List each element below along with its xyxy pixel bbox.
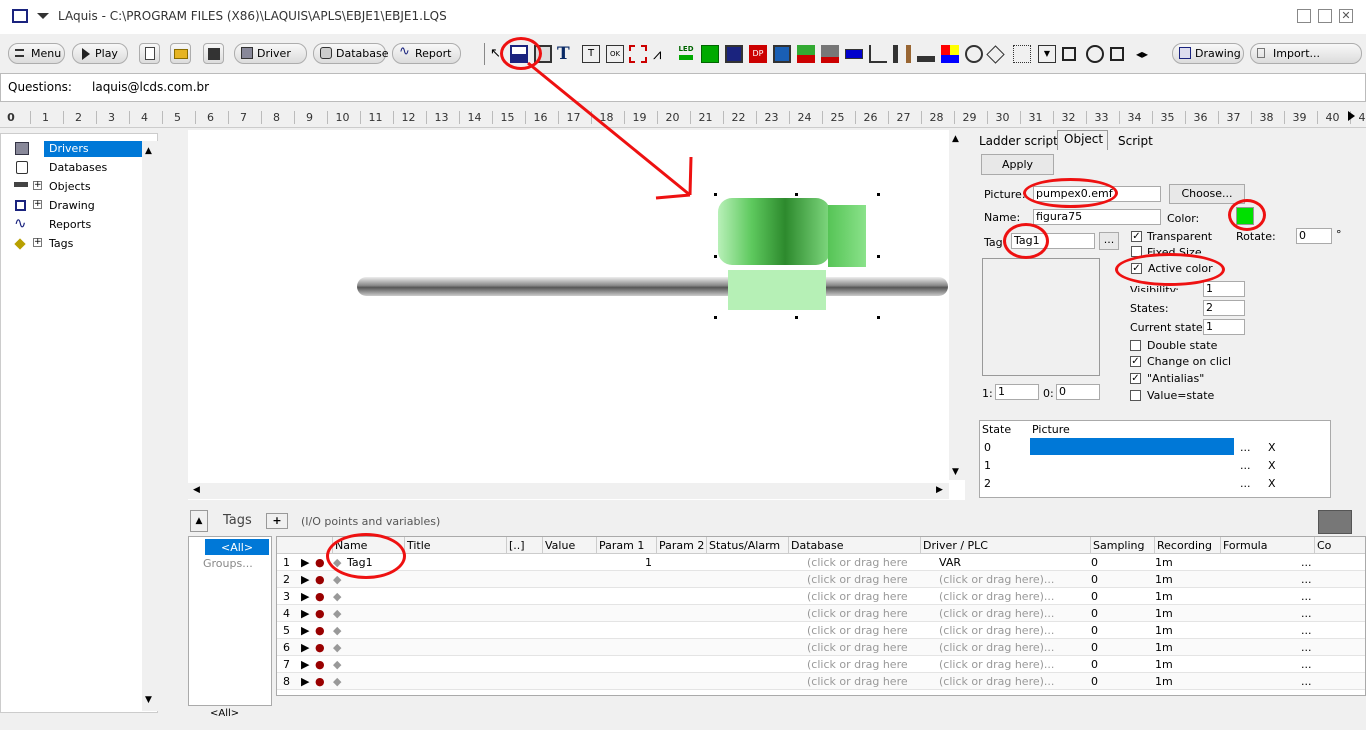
annotation-arrow [527,61,693,200]
